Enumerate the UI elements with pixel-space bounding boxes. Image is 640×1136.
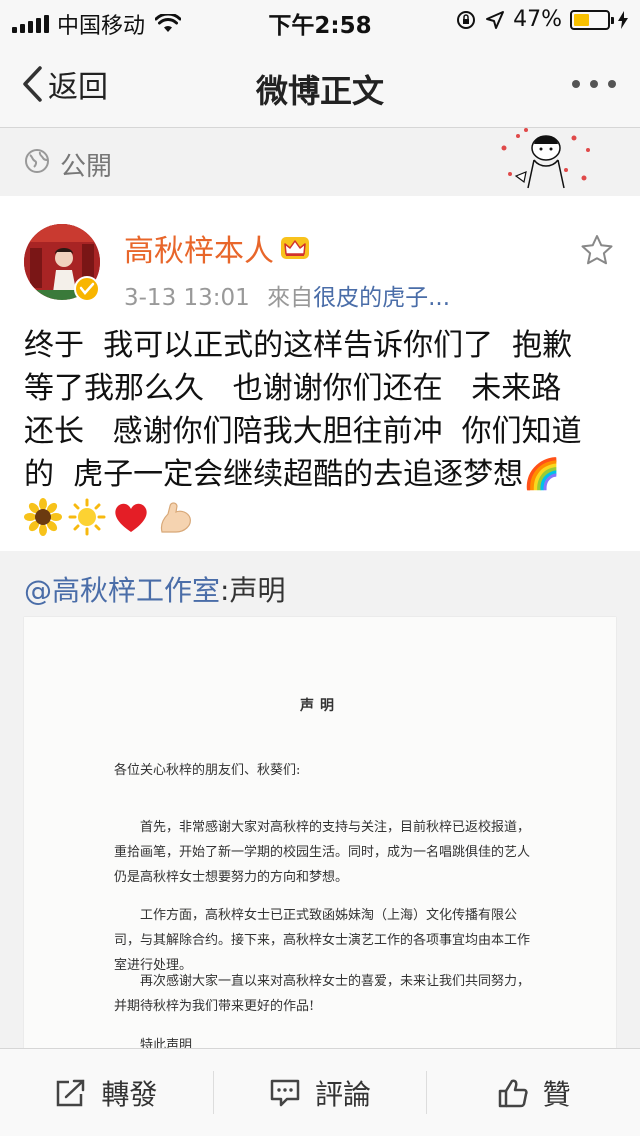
battery-percent: 47% <box>513 7 562 32</box>
page-title: 微博正文 <box>255 72 384 110</box>
cartoon-sticker-icon <box>501 128 590 189</box>
more-dot-icon <box>590 80 598 88</box>
repost-suffix: :声明 <box>220 574 286 607</box>
repost-mention-link[interactable]: @高秋梓工作室 <box>24 574 220 607</box>
comment-label: 評論 <box>315 1077 372 1111</box>
doc-paragraph: 首先，非常感谢大家对高秋梓的支持与关注，目前秋梓已返校报道，重拾画笔，开始了新一… <box>114 820 531 885</box>
repost-label: 轉發 <box>101 1077 158 1111</box>
doc-greeting: 各位关心秋梓的朋友们、秋葵们: <box>114 763 301 778</box>
like-label: 贊 <box>542 1077 571 1111</box>
sun-icon <box>68 498 106 536</box>
username[interactable]: 高秋梓本人 <box>124 226 310 270</box>
repost-section: @高秋梓工作室:声明 声明 各位关心秋梓的朋友们、秋葵们: 首先，非常感谢大家对… <box>0 551 640 1057</box>
repost-header: @高秋梓工作室:声明 <box>24 569 285 609</box>
comment-button[interactable]: 評論 <box>214 1049 427 1136</box>
like-button[interactable]: 贊 <box>427 1049 640 1136</box>
bottom-toolbar: 轉發 評論 贊 <box>0 1048 640 1136</box>
emoji-row <box>24 498 194 536</box>
charging-icon <box>618 10 628 29</box>
nav-bar: 返回 微博正文 <box>0 40 640 128</box>
comment-icon <box>270 1079 300 1106</box>
source-link[interactable]: 很皮的虎子... <box>313 285 450 311</box>
source-prefix: 來自 <box>267 285 314 311</box>
battery-icon <box>570 9 614 30</box>
heart-icon <box>115 503 147 532</box>
sunflower-icon <box>24 498 62 536</box>
post-meta: 3-13 13:01 來自很皮的虎子... <box>124 278 450 312</box>
more-button[interactable] <box>572 80 616 88</box>
location-icon <box>486 10 505 29</box>
doc-paragraph: 再次感谢大家一直以来对高秋梓女士的喜爱，未来让我们共同努力，并期待秋梓为我们带来… <box>114 974 531 1014</box>
doc-paragraph: 工作方面，高秋梓女士已正式致函姊妹淘（上海）文化传播有限公司，与其解除合约。接下… <box>114 908 531 973</box>
verified-badge-icon <box>74 276 100 302</box>
status-right: 47% <box>455 7 628 32</box>
flexed-biceps-icon <box>160 502 191 533</box>
rotation-lock-icon <box>457 10 476 29</box>
repost-button[interactable]: 轉發 <box>0 1049 213 1136</box>
status-bar: 中国移动 下午2:58 47% <box>0 0 640 40</box>
battery-level-fill <box>574 13 590 26</box>
post-content: 终于 我可以正式的这样告诉你们了 抱歉 等了我那么久 也谢谢你们还在 未来路 还… <box>24 328 582 492</box>
username-text: 高秋梓本人 <box>124 234 274 269</box>
repost-icon <box>57 1079 85 1106</box>
thumbs-up-icon <box>498 1079 528 1107</box>
globe-icon <box>25 149 49 173</box>
vip-crown-icon <box>281 237 309 259</box>
visibility-label: 公開 <box>60 152 113 182</box>
more-dot-icon <box>572 80 580 88</box>
statement-image[interactable]: 声明 各位关心秋梓的朋友们、秋葵们: 首先，非常感谢大家对高秋梓的支持与关注，目… <box>24 617 616 1057</box>
more-dot-icon <box>608 80 616 88</box>
favorite-star-icon[interactable] <box>580 234 614 266</box>
post-card: 高秋梓本人 3-13 13:01 來自很皮的虎子... 终于 我可以正式的这样告… <box>0 196 640 551</box>
doc-title: 声明 <box>300 698 340 714</box>
visibility-bar: 公開 <box>0 128 640 196</box>
post-timestamp: 3-13 13:01 <box>124 285 250 311</box>
